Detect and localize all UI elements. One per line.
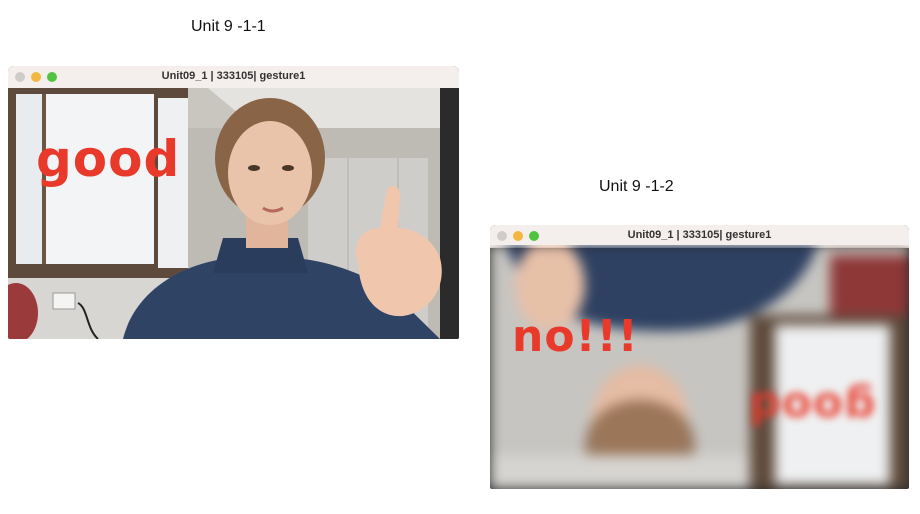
gesture-label-good-mirrored: good [748,382,876,433]
caption-right: Unit 9 -1-2 [599,178,674,195]
camera-feed: good [8,88,459,339]
gesture-label-no: no!!! [512,311,639,362]
caption-left: Unit 9 -1-1 [191,18,266,35]
webcam-image-flipped-blurred [490,245,909,489]
window-title: Unit09_1 | 333105| gesture1 [627,229,772,241]
gesture-label-good: good [36,130,181,188]
camera-feed: no!!! good [490,245,909,489]
webcam-image [8,88,459,339]
camera-window-right[interactable]: Unit09_1 | 333105| gesture1 no!!! good [490,225,909,489]
window-title: Unit09_1 | 333105| gesture1 [161,70,306,82]
camera-window-left[interactable]: Unit09_1 | 333105| gesture1 good [8,66,459,339]
window-titlebar[interactable]: Unit09_1 | 333105| gesture1 [8,66,459,89]
